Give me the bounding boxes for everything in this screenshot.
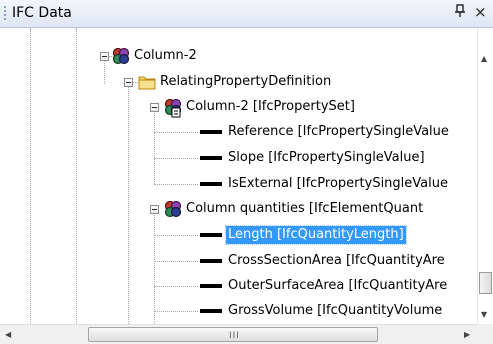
drag-grip-icon[interactable] xyxy=(4,6,6,22)
property-bar-icon xyxy=(200,156,222,160)
scroll-up-icon[interactable]: ▲ xyxy=(481,54,487,63)
tree-guide-line xyxy=(128,82,129,324)
tree-node-label: Column-2 [IfcPropertySet] xyxy=(186,99,355,114)
scroll-down-icon[interactable]: ▼ xyxy=(481,310,487,319)
ifc-propertyset-icon xyxy=(164,98,182,118)
collapse-toggle-icon[interactable] xyxy=(150,103,159,112)
folder-icon xyxy=(138,76,156,90)
tree-guide-line xyxy=(76,28,77,324)
tree-node-label: RelatingPropertyDefinition xyxy=(160,74,332,89)
property-bar-icon xyxy=(200,309,222,313)
tree-node-label: IsExternal [IfcPropertySingleValue xyxy=(228,176,448,191)
property-bar-icon xyxy=(200,130,222,134)
scroll-left-icon[interactable]: ◀ xyxy=(5,330,11,339)
tree-guide-line xyxy=(154,286,198,287)
tree-guide-line xyxy=(154,235,198,236)
tree-node-label: OuterSurfaceArea [IfcQuantityAre xyxy=(228,278,448,293)
panel-title: IFC Data xyxy=(12,5,72,21)
tree-guide-line xyxy=(154,132,198,133)
tree-node-label: GrossVolume [IfcQuantityVolume xyxy=(228,303,443,318)
pin-icon[interactable] xyxy=(454,4,466,22)
ifc-object-icon xyxy=(112,47,130,65)
collapse-toggle-icon[interactable] xyxy=(150,205,159,214)
tree-node-label: Slope [IfcPropertySingleValue] xyxy=(228,150,425,165)
tree-guide-line xyxy=(154,184,198,185)
property-bar-icon xyxy=(200,284,222,288)
tree-guide-line xyxy=(154,311,198,312)
collapse-toggle-icon[interactable] xyxy=(100,52,109,61)
property-bar-icon xyxy=(200,233,222,237)
ifc-object-icon xyxy=(164,200,182,218)
vertical-scrollbar[interactable]: ▲ ▼ xyxy=(477,28,493,324)
property-bar-icon xyxy=(200,182,222,186)
tree-guide-line xyxy=(154,211,155,324)
panel-titlebar[interactable]: IFC Data × xyxy=(0,0,493,28)
ifc-data-panel: IFC Data × Column-2 RelatingPropertyDefi… xyxy=(0,0,493,344)
tree-node-label: Column quantities [IfcElementQuant xyxy=(186,201,424,216)
scroll-right-icon[interactable]: ▶ xyxy=(464,330,470,339)
collapse-toggle-icon[interactable] xyxy=(124,78,133,87)
horizontal-scrollbar[interactable]: ◀ III ▶ xyxy=(0,324,477,344)
tree-guide-line xyxy=(30,28,31,324)
vertical-scroll-thumb[interactable] xyxy=(479,272,492,294)
tree-guide-line xyxy=(154,107,155,184)
tree-node-label: Column-2 xyxy=(134,48,197,63)
horizontal-scroll-thumb[interactable]: III xyxy=(88,327,378,342)
property-bar-icon xyxy=(200,259,222,263)
tree-guide-line xyxy=(154,158,198,159)
ifc-tree-view[interactable]: Column-2 RelatingPropertyDefinition Colu… xyxy=(0,28,477,324)
tree-node-label-selected: Length [IfcQuantityLength] xyxy=(225,225,407,245)
tree-guide-line xyxy=(154,261,198,262)
scroll-grip-icon: III xyxy=(229,331,240,341)
tree-node-label: Reference [IfcPropertySingleValue xyxy=(228,124,449,139)
scrollbar-corner xyxy=(477,324,493,344)
close-icon[interactable]: × xyxy=(474,3,487,21)
tree-node-label: CrossSectionArea [IfcQuantityAre xyxy=(228,253,445,268)
